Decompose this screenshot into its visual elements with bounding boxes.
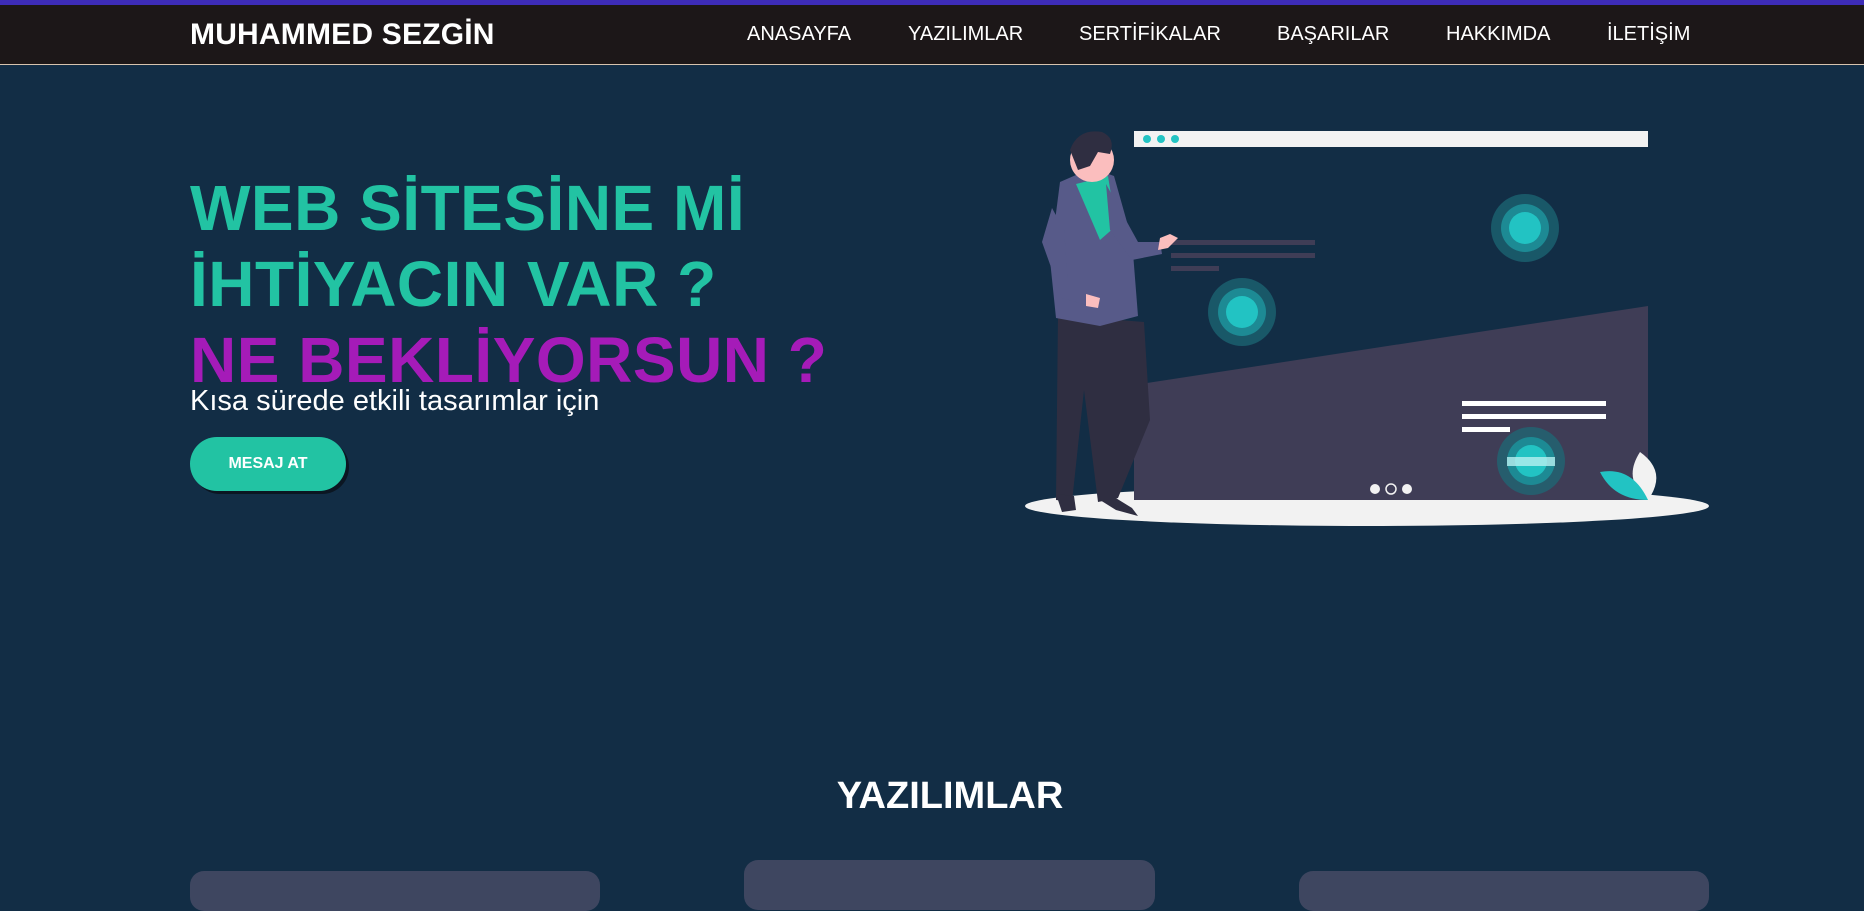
- hero-heading: WEB SİTESİNE Mİ İHTİYACIN VAR ? NE BEKLİ…: [190, 170, 827, 398]
- nav-link-yazilimlar[interactable]: YAZILIMLAR: [908, 23, 1023, 46]
- text-line: [1171, 240, 1315, 245]
- nav-link-iletisim[interactable]: İLETİŞİM: [1607, 23, 1690, 46]
- text-line: [1462, 427, 1510, 432]
- carousel-dot: [1402, 484, 1412, 494]
- nav-link-anasayfa[interactable]: ANASAYFA: [747, 23, 851, 46]
- glow-bar: [1507, 457, 1555, 466]
- hero-illustration: [1025, 131, 1709, 526]
- text-line: [1462, 414, 1606, 419]
- glow-circle: [1226, 296, 1258, 328]
- section-title-yazilimlar: YAZILIMLAR: [836, 775, 1064, 817]
- hero-subtitle: Kısa sürede etkili tasarımlar için: [190, 385, 600, 417]
- project-card[interactable]: [1299, 871, 1709, 911]
- browser-dot: [1143, 135, 1151, 143]
- text-line: [1171, 253, 1315, 258]
- project-card[interactable]: [190, 871, 600, 911]
- browser-bar: [1134, 131, 1648, 147]
- glow-circle: [1509, 212, 1541, 244]
- carousel-dot: [1370, 484, 1380, 494]
- text-line: [1462, 401, 1606, 406]
- nav-link-basarilar[interactable]: BAŞARILAR: [1277, 23, 1389, 46]
- browser-dot: [1171, 135, 1179, 143]
- browser-dot: [1157, 135, 1165, 143]
- navbar: MUHAMMED SEZGİN ANASAYFA YAZILIMLAR SERT…: [0, 5, 1864, 65]
- message-button[interactable]: MESAJ AT: [190, 437, 346, 491]
- text-line: [1171, 266, 1219, 271]
- nav-link-hakkimda[interactable]: HAKKIMDA: [1446, 23, 1550, 46]
- project-card[interactable]: [744, 860, 1155, 910]
- browser-window-illustration: [1134, 131, 1657, 500]
- nav-link-sertifikalar[interactable]: SERTİFİKALAR: [1079, 23, 1221, 46]
- hero-line-2: İHTİYACIN VAR ?: [190, 248, 717, 320]
- hero-line-1: WEB SİTESİNE Mİ: [190, 172, 746, 244]
- nav-menu: ANASAYFA YAZILIMLAR SERTİFİKALAR BAŞARIL…: [0, 5, 1864, 65]
